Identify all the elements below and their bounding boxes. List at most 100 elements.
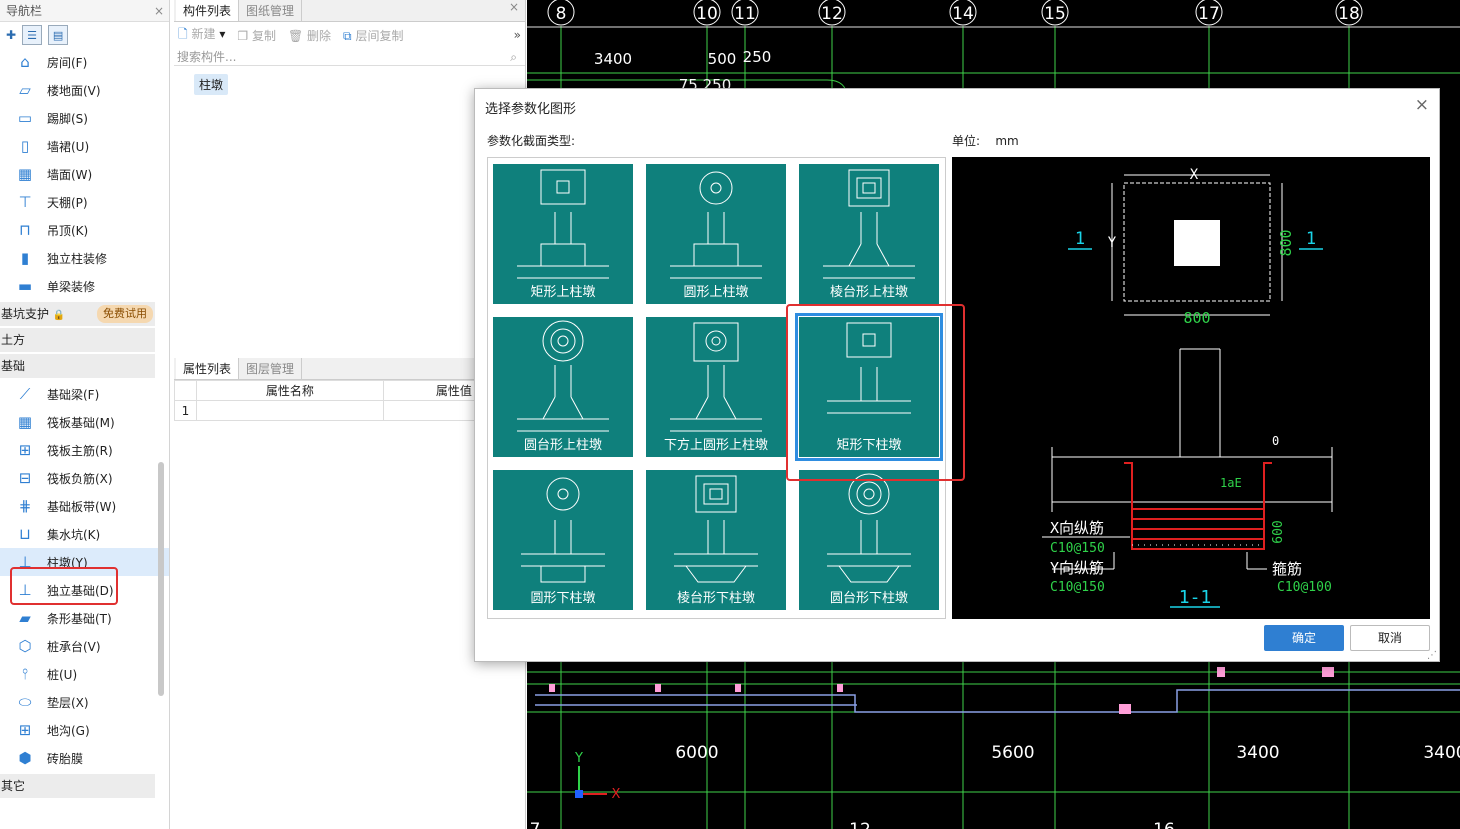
sidebar-item[interactable]: ⊥ 柱墩(Y) (0, 548, 169, 576)
ceiling-icon: ⊤ (18, 193, 32, 211)
sidebar-item[interactable]: ⬭ 垫层(X) (0, 688, 169, 716)
delete-button[interactable]: 🗑 删除 (288, 27, 331, 44)
x-rebar-spec: C10@150 (1050, 541, 1105, 556)
property-name-cell[interactable] (196, 400, 384, 421)
tab-layer-manage[interactable]: 图层管理 (239, 358, 303, 379)
shape-option[interactable]: 矩形下柱墩 (795, 313, 943, 461)
sidebar-item[interactable]: ⊞ 筏板主筋(R) (0, 436, 169, 464)
shape-option-label: 圆台形上柱墩 (523, 438, 602, 453)
floor-copy-button[interactable]: ⧉ 层间复制 (343, 27, 403, 44)
section-title: 1-1 (1179, 587, 1212, 608)
more-icon[interactable]: » (514, 28, 525, 42)
sidebar-item[interactable]: ⬢ 砖胎膜 (0, 744, 169, 772)
sidebar-item[interactable]: ⫯ 桩(U) (0, 660, 169, 688)
sidebar-item[interactable]: ⊔ 集水坑(K) (0, 520, 169, 548)
group-foundation[interactable]: 基础 (0, 354, 155, 378)
nav-scrollbar[interactable] (158, 462, 164, 696)
sidebar-item[interactable]: ▮ 独立柱装修 (0, 244, 169, 272)
dim-x-label: X (1190, 167, 1199, 183)
shape-option[interactable]: 棱台形上柱墩 (799, 164, 939, 304)
section-mark-right: 1 (1306, 229, 1316, 249)
panel-close-icon[interactable]: × (509, 0, 525, 21)
search-icon[interactable]: ⌕ (510, 48, 517, 66)
sidebar-item[interactable]: ▯ 墙裙(U) (0, 132, 169, 160)
sump-icon: ⊔ (19, 525, 31, 543)
shape-option[interactable]: 棱台形下柱墩 (646, 470, 786, 610)
floor-icon: ▱ (19, 81, 31, 99)
ok-button[interactable]: 确定 (1264, 625, 1344, 651)
copy-button[interactable]: ❐ 复制 (237, 27, 276, 44)
ucs-y-label: Y (574, 751, 583, 766)
tab-component-list[interactable]: 构件列表 (176, 0, 240, 21)
nav-close-icon[interactable]: × (154, 0, 164, 22)
pile-cap-icon: ⬡ (18, 637, 32, 655)
suspended-ceiling-icon: ⊓ (19, 221, 31, 239)
ucs-icon: Y X (574, 751, 621, 802)
pin-icon[interactable]: ✚ (6, 28, 16, 42)
axis-number-bottom: 16 (1153, 820, 1175, 829)
property-table: 属性名称 属性值 1 (174, 380, 526, 421)
shape-option-label: 下方上圆形上柱墩 (663, 438, 768, 453)
component-item-column-pier[interactable]: 柱墩 (194, 74, 229, 95)
shape-symbol-icon (827, 322, 911, 414)
unit-label: 单位: mm (952, 132, 1019, 149)
sidebar-item-label: 桩(U) (47, 667, 78, 682)
floor-copy-label: 层间复制 (355, 28, 404, 43)
sidebar-item[interactable]: ▱ 楼地面(V) (0, 76, 169, 104)
sidebar-item[interactable]: ⊤ 天棚(P) (0, 188, 169, 216)
sidebar-item[interactable]: ⌂ 房间(F) (0, 48, 169, 76)
shape-option-label: 圆台形下柱墩 (829, 591, 908, 606)
search-placeholder: 搜索构件... (177, 50, 237, 64)
cancel-button[interactable]: 取消 (1350, 625, 1430, 651)
shape-option[interactable]: 下方上圆形上柱墩 (646, 317, 786, 457)
sidebar-item[interactable]: ▦ 筏板基础(M) (0, 408, 169, 436)
resize-grip-icon[interactable]: ⋰ (1427, 650, 1437, 661)
nav-foundation-list: ⟋ 基础梁(F) ▦ 筏板基础(M) ⊞ 筏板主筋(R) ⊟ 筏板负筋(X) ⋕ 基础板带(W) ⊔… (0, 380, 169, 772)
shape-option-label: 矩形下柱墩 (836, 438, 902, 453)
component-search[interactable]: 搜索构件... ⌕ (174, 48, 525, 66)
group-other[interactable]: 其它 (0, 774, 155, 798)
strip-footing-icon: ▰ (19, 609, 31, 627)
sidebar-item[interactable]: ⊥ 独立基础(D) (0, 576, 169, 604)
sidebar-item[interactable]: ⟋ 基础梁(F) (0, 380, 169, 408)
column-pier-icon: ⊥ (18, 553, 32, 571)
shape-option[interactable]: 圆台形下柱墩 (799, 470, 939, 610)
list-view-icon[interactable]: ☰ (22, 25, 43, 45)
delete-label: 删除 (307, 28, 332, 43)
sidebar-item[interactable]: ▬ 单梁装修 (0, 272, 169, 300)
sidebar-item[interactable]: ▭ 踢脚(S) (0, 104, 169, 132)
shape-option[interactable]: 圆台形上柱墩 (493, 317, 633, 457)
dialog-close-icon[interactable]: × (1415, 95, 1429, 115)
sidebar-item[interactable]: ⬡ 桩承台(V) (0, 632, 169, 660)
sidebar-item[interactable]: ▦ 墙面(W) (0, 160, 169, 188)
shape-option[interactable]: 圆形上柱墩 (646, 164, 786, 304)
nav-title: 导航栏 (6, 4, 43, 18)
section-mark-left: 1 (1075, 229, 1085, 249)
sidebar-item[interactable]: ⋕ 基础板带(W) (0, 492, 169, 520)
shape-option[interactable]: 圆形下柱墩 (493, 470, 633, 610)
shape-option-label: 矩形上柱墩 (530, 285, 596, 300)
lock-icon: 🔒 (52, 310, 66, 321)
sidebar-item-label: 条形基础(T) (47, 611, 112, 626)
shape-option-label: 圆形上柱墩 (683, 285, 749, 300)
tab-property-list[interactable]: 属性列表 (176, 358, 240, 379)
stirrup-label: 箍筋 (1272, 560, 1302, 578)
group-earthwork[interactable]: 土方 (0, 328, 155, 352)
tab-drawing-manage[interactable]: 图纸管理 (239, 0, 303, 21)
detail-view-icon[interactable]: ▤ (48, 25, 69, 45)
new-button[interactable]: 🗋 新建 ▾ (178, 25, 225, 46)
sidebar-item[interactable]: ⊟ 筏板负筋(X) (0, 464, 169, 492)
table-row[interactable]: 1 (174, 400, 526, 421)
navigation-panel: 导航栏 × ✚ ☰ ▤ ⌂ 房间(F) ▱ 楼地面(V) ▭ 踢脚(S) ▯ 墙裙(U) ▦ 墙面… (0, 0, 170, 829)
axis-number: 14 (952, 4, 974, 24)
shape-option[interactable]: 矩形上柱墩 (493, 164, 633, 304)
pile-icon: ⫯ (21, 665, 29, 683)
new-label: 新建 (191, 26, 216, 41)
free-trial-badge[interactable]: 免费试用 (97, 305, 153, 323)
sidebar-item[interactable]: ⊓ 吊顶(K) (0, 216, 169, 244)
sidebar-item[interactable]: ⊞ 地沟(G) (0, 716, 169, 744)
sidebar-item[interactable]: ▰ 条形基础(T) (0, 604, 169, 632)
shape-symbol-icon (674, 475, 758, 583)
group-pit-support[interactable]: 基坑支护 🔒 免费试用 (0, 302, 155, 326)
group-earth-label: 土方 (1, 333, 26, 347)
